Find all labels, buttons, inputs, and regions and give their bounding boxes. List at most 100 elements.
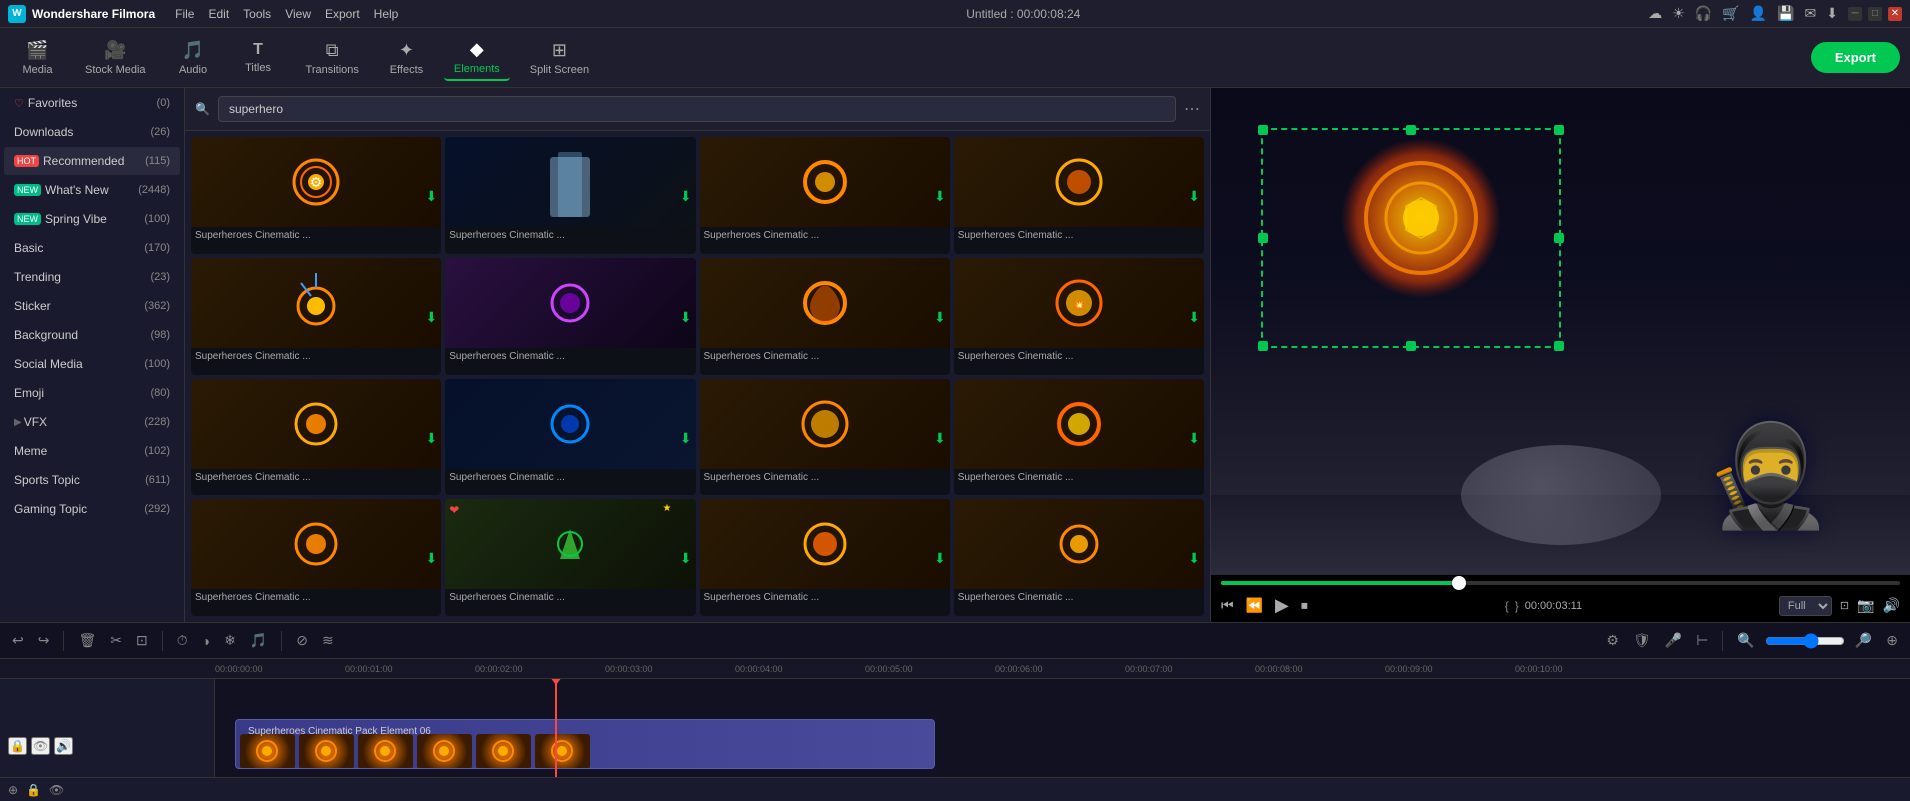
media-item-5[interactable]: ⬇ Superheroes Cinematic ... bbox=[191, 258, 441, 375]
sun-icon[interactable]: ☀ bbox=[1672, 5, 1685, 22]
stop-button[interactable]: ⏹ bbox=[1301, 597, 1308, 614]
toolbar-split-screen[interactable]: ⊞ Split Screen bbox=[520, 36, 599, 80]
sidebar-item-gaming-topic[interactable]: Gaming Topic (292) bbox=[4, 495, 180, 523]
play-button[interactable]: ▶ bbox=[1275, 595, 1289, 616]
aspect-ratio-button[interactable]: ⊡ bbox=[1840, 599, 1849, 612]
media-item-3[interactable]: ⬇ Superheroes Cinematic ... bbox=[700, 137, 950, 254]
shield-button[interactable]: 🛡 bbox=[1629, 630, 1655, 651]
undo-button[interactable]: ↩ bbox=[8, 630, 28, 651]
cart-icon[interactable]: 🛒 bbox=[1722, 5, 1739, 22]
freeze-button[interactable]: ❄ bbox=[220, 630, 240, 651]
crop-tl-button[interactable]: ⊢ bbox=[1692, 630, 1712, 651]
toolbar-stock-media[interactable]: 🎥 Stock Media bbox=[75, 36, 156, 80]
screenshot-button[interactable]: 📷 bbox=[1857, 597, 1874, 614]
bottom-add-button[interactable]: ⊕ bbox=[8, 783, 18, 797]
skip-back-button[interactable]: ⏮ bbox=[1221, 597, 1234, 614]
playhead[interactable] bbox=[555, 679, 557, 777]
handle-mid-left[interactable] bbox=[1258, 233, 1268, 243]
sidebar-item-meme[interactable]: Meme (102) bbox=[4, 437, 180, 465]
menu-tools[interactable]: Tools bbox=[243, 7, 271, 21]
handle-bot-right[interactable] bbox=[1554, 341, 1564, 351]
headset-icon[interactable]: 🎧 bbox=[1695, 5, 1712, 22]
media-item-6[interactable]: ⬇ Superheroes Cinematic ... bbox=[445, 258, 695, 375]
add-marker-button[interactable]: ⊕ bbox=[1882, 630, 1902, 651]
trim-end-icon[interactable]: } bbox=[1515, 599, 1519, 613]
sidebar-item-basic[interactable]: Basic (170) bbox=[4, 234, 180, 262]
sidebar-item-sports-topic[interactable]: Sports Topic (611) bbox=[4, 466, 180, 494]
volume-button[interactable]: 🔊 bbox=[1883, 597, 1900, 614]
toolbar-audio[interactable]: 🎵 Audio bbox=[166, 36, 221, 80]
toolbar-elements[interactable]: ◆ Elements bbox=[444, 35, 510, 81]
toolbar-effects[interactable]: ✦ Effects bbox=[379, 36, 434, 80]
bottom-lock-button[interactable]: 🔒 bbox=[26, 783, 41, 797]
zoom-out-button[interactable]: 🔍 bbox=[1733, 630, 1758, 651]
track-lock-button[interactable]: 🔒 bbox=[8, 737, 27, 755]
redo-button[interactable]: ↪ bbox=[34, 630, 54, 651]
media-item-13[interactable]: ⬇ Superheroes Cinematic ... bbox=[191, 499, 441, 616]
handle-top-left[interactable] bbox=[1258, 125, 1268, 135]
handle-mid-right[interactable] bbox=[1554, 233, 1564, 243]
toolbar-media[interactable]: 🎬 Media bbox=[10, 36, 65, 80]
track-eye-button[interactable]: 👁 bbox=[31, 737, 50, 755]
sidebar-item-favorites[interactable]: ♡ Favorites (0) bbox=[4, 89, 180, 117]
progress-bar[interactable] bbox=[1221, 581, 1900, 585]
backup-icon[interactable]: 💾 bbox=[1777, 5, 1794, 22]
speed-button[interactable]: ⏱ bbox=[173, 630, 192, 651]
trim-start-icon[interactable]: { bbox=[1505, 599, 1509, 613]
mic-button[interactable]: 🎤 bbox=[1661, 630, 1686, 651]
sidebar-item-downloads[interactable]: Downloads (26) bbox=[4, 118, 180, 146]
media-item-4[interactable]: ⬇ Superheroes Cinematic ... bbox=[954, 137, 1204, 254]
media-item-2[interactable]: ⬇ Superheroes Cinematic ... bbox=[445, 137, 695, 254]
sidebar-item-recommended[interactable]: HOT Recommended (115) bbox=[4, 147, 180, 175]
bottom-eye-button[interactable]: 👁 bbox=[49, 783, 64, 797]
sidebar-item-trending[interactable]: Trending (23) bbox=[4, 263, 180, 291]
minimize-button[interactable]: ─ bbox=[1848, 7, 1862, 21]
menu-help[interactable]: Help bbox=[374, 7, 399, 21]
media-item-8[interactable]: 💥 ⬇ Superheroes Cinematic ... bbox=[954, 258, 1204, 375]
handle-bot-mid[interactable] bbox=[1406, 341, 1416, 351]
menu-file[interactable]: File bbox=[175, 7, 194, 21]
track-clip[interactable]: Superheroes Cinematic Pack Element 06 bbox=[235, 719, 935, 769]
cut-button[interactable]: ✂ bbox=[106, 630, 126, 651]
search-input[interactable] bbox=[218, 96, 1176, 122]
progress-handle[interactable] bbox=[1452, 576, 1466, 590]
grid-options-icon[interactable]: ⋯ bbox=[1184, 99, 1200, 119]
sidebar-item-vfx[interactable]: ▶ VFX (228) bbox=[4, 408, 180, 436]
media-item-11[interactable]: ⬇ Superheroes Cinematic ... bbox=[700, 379, 950, 496]
menu-view[interactable]: View bbox=[285, 7, 311, 21]
menu-export[interactable]: Export bbox=[325, 7, 360, 21]
menu-edit[interactable]: Edit bbox=[208, 7, 229, 21]
delete-button[interactable]: 🗑 bbox=[74, 630, 100, 651]
media-item-12[interactable]: ⬇ Superheroes Cinematic ... bbox=[954, 379, 1204, 496]
color-button[interactable]: ◑ bbox=[198, 631, 214, 651]
step-back-button[interactable]: ⏪ bbox=[1246, 597, 1263, 614]
zoom-select[interactable]: Full 50% 75% bbox=[1779, 596, 1832, 616]
split-button[interactable]: ⊘ bbox=[292, 630, 312, 651]
sidebar-item-sticker[interactable]: Sticker (362) bbox=[4, 292, 180, 320]
toolbar-transitions[interactable]: ⧉ Transitions bbox=[296, 36, 369, 80]
zoom-slider[interactable] bbox=[1765, 633, 1845, 649]
audio-wave-button[interactable]: ≋ bbox=[318, 630, 338, 651]
handle-bot-left[interactable] bbox=[1258, 341, 1268, 351]
settings-button[interactable]: ⚙ bbox=[1602, 630, 1623, 651]
close-button[interactable]: ✕ bbox=[1888, 7, 1902, 21]
crop-button[interactable]: ⊡ bbox=[132, 630, 152, 651]
media-item-1[interactable]: ⚙ ⬇ Superheroes Cinematic ... bbox=[191, 137, 441, 254]
maximize-button[interactable]: □ bbox=[1868, 7, 1882, 21]
sidebar-item-emoji[interactable]: Emoji (80) bbox=[4, 379, 180, 407]
mail-icon[interactable]: ✉ bbox=[1805, 5, 1817, 22]
sidebar-item-whats-new[interactable]: NEW What's New (2448) bbox=[4, 176, 180, 204]
media-item-7[interactable]: ⬇ Superheroes Cinematic ... bbox=[700, 258, 950, 375]
handle-top-right[interactable] bbox=[1554, 125, 1564, 135]
zoom-in-button[interactable]: 🔎 bbox=[1851, 630, 1876, 651]
media-item-16[interactable]: ⬇ Superheroes Cinematic ... bbox=[954, 499, 1204, 616]
track-speaker-button[interactable]: 🔊 bbox=[54, 737, 73, 755]
user-icon[interactable]: 👤 bbox=[1750, 5, 1767, 22]
media-item-15[interactable]: ⬇ Superheroes Cinematic ... bbox=[700, 499, 950, 616]
detach-audio-button[interactable]: 🎵 bbox=[246, 630, 271, 651]
sidebar-item-spring-vibe[interactable]: NEW Spring Vibe (100) bbox=[4, 205, 180, 233]
cloud-icon[interactable]: ☁ bbox=[1648, 5, 1662, 22]
media-item-10[interactable]: ⬇ Superheroes Cinematic ... bbox=[445, 379, 695, 496]
media-item-14[interactable]: ⬇ ❤ ★ Superheroes Cinematic ... bbox=[445, 499, 695, 616]
media-item-9[interactable]: ⬇ Superheroes Cinematic ... bbox=[191, 379, 441, 496]
